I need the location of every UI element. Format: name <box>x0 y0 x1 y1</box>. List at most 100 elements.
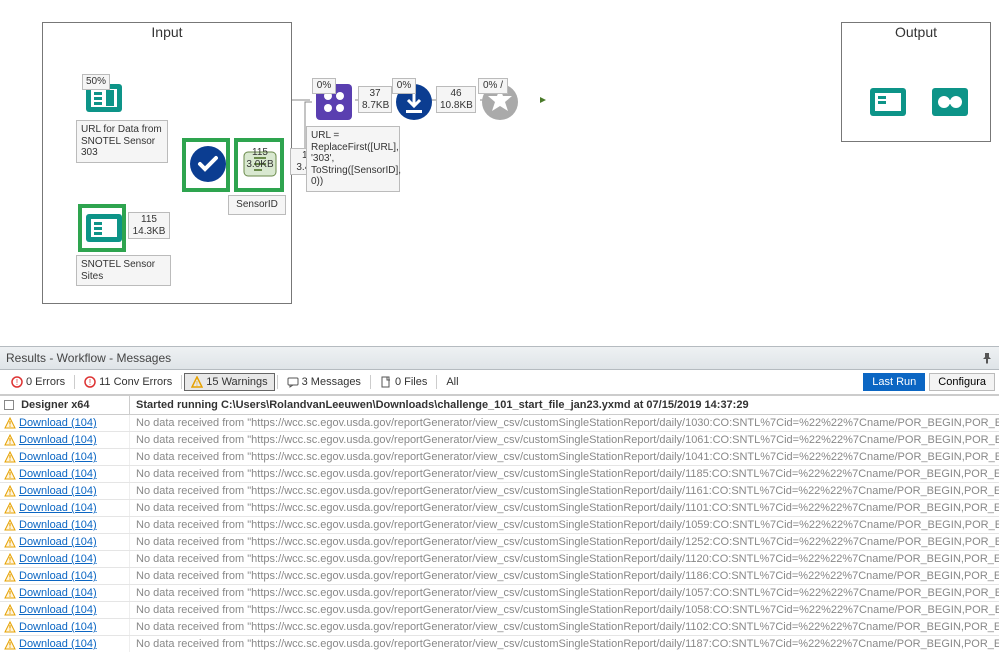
results-title: Results - Workflow - Messages <box>6 351 171 365</box>
message-text: No data received from "https://wcc.sc.eg… <box>130 432 999 448</box>
table-row: Download (104) No data received from "ht… <box>0 466 999 483</box>
table-row: Download (104) No data received from "ht… <box>0 500 999 517</box>
tool-browse[interactable] <box>930 82 970 122</box>
workflow-canvas[interactable]: Input Output 50% URL for Data from SNOTE… <box>0 0 999 346</box>
last-run-button[interactable]: Last Run <box>863 373 925 391</box>
message-text: No data received from "https://wcc.sc.eg… <box>130 517 999 533</box>
badge-50: 50% <box>82 74 110 90</box>
message-text: No data received from "https://wcc.sc.eg… <box>130 602 999 618</box>
label-snotel-sites: SNOTEL Sensor Sites <box>76 255 171 286</box>
warning-icon <box>4 485 16 497</box>
error-icon: ! <box>11 376 23 388</box>
results-panel-header[interactable]: Results - Workflow - Messages <box>0 346 999 370</box>
col-started: Started running C:\Users\RolandvanLeeuwe… <box>130 396 999 414</box>
download-link[interactable]: Download (104) <box>19 417 97 429</box>
conv-error-icon: ! <box>84 376 96 388</box>
warning-icon <box>4 451 16 463</box>
message-text: No data received from "https://wcc.sc.eg… <box>130 636 999 652</box>
filter-files[interactable]: 0 Files <box>373 373 434 391</box>
badge-dynamic: 0% / <box>478 78 508 94</box>
message-text: No data received from "https://wcc.sc.eg… <box>130 585 999 601</box>
pill-download: 378.7KB <box>358 86 392 113</box>
table-row: Download (104) No data received from "ht… <box>0 551 999 568</box>
warning-icon <box>4 502 16 514</box>
download-link[interactable]: Download (104) <box>19 587 97 599</box>
filter-warnings[interactable]: ! 15 Warnings <box>184 373 274 391</box>
warning-icon <box>4 604 16 616</box>
pill-sensorid-inner: 1153.0KB <box>240 146 280 171</box>
warning-icon <box>4 621 16 633</box>
pill-dynamic: 4610.8KB <box>436 86 476 113</box>
message-text: No data received from "https://wcc.sc.eg… <box>130 449 999 465</box>
warning-icon <box>4 468 16 480</box>
download-link[interactable]: Download (104) <box>19 621 97 633</box>
download-link[interactable]: Download (104) <box>19 502 97 514</box>
files-icon <box>380 376 392 388</box>
badge-download: 0% <box>392 78 416 94</box>
results-filter-bar: ! 0 Errors ! 11 Conv Errors ! 15 Warning… <box>0 370 999 395</box>
filter-messages[interactable]: 3 Messages <box>280 373 368 391</box>
svg-text:!: ! <box>196 381 198 388</box>
download-link[interactable]: Download (104) <box>19 451 97 463</box>
message-text: No data received from "https://wcc.sc.eg… <box>130 483 999 499</box>
message-text: No data received from "https://wcc.sc.eg… <box>130 500 999 516</box>
message-text: No data received from "https://wcc.sc.eg… <box>130 534 999 550</box>
table-row: Download (104) No data received from "ht… <box>0 483 999 500</box>
svg-text:!: ! <box>89 378 91 387</box>
warning-icon <box>4 570 16 582</box>
warning-icon <box>4 553 16 565</box>
results-messages-table: Designer x64 Started running C:\Users\Ro… <box>0 395 999 652</box>
download-link[interactable]: Download (104) <box>19 434 97 446</box>
message-text: No data received from "https://wcc.sc.eg… <box>130 568 999 584</box>
download-link[interactable]: Download (104) <box>19 604 97 616</box>
message-text: No data received from "https://wcc.sc.eg… <box>130 466 999 482</box>
label-sensorid: SensorID <box>228 195 286 215</box>
warning-icon <box>4 519 16 531</box>
warning-icon <box>4 638 16 650</box>
table-row: Download (104) No data received from "ht… <box>0 449 999 466</box>
filter-errors[interactable]: ! 0 Errors <box>4 373 72 391</box>
container-input-title: Input <box>43 22 291 42</box>
message-icon <box>287 376 299 388</box>
col-designer: Designer x64 <box>21 399 89 411</box>
warning-icon <box>4 434 16 446</box>
download-link[interactable]: Download (104) <box>19 570 97 582</box>
badge-formula: 0% <box>312 78 336 94</box>
tool-text-input-snotel[interactable] <box>84 208 124 248</box>
pill-snotel: 11514.3KB <box>128 212 170 239</box>
message-text: No data received from "https://wcc.sc.eg… <box>130 415 999 431</box>
label-url-data: URL for Data from SNOTEL Sensor 303 <box>76 120 168 163</box>
message-text: No data received from "https://wcc.sc.eg… <box>130 619 999 635</box>
table-header: Designer x64 Started running C:\Users\Ro… <box>0 396 999 415</box>
table-row: Download (104) No data received from "ht… <box>0 585 999 602</box>
container-output-title: Output <box>842 22 990 42</box>
table-row: Download (104) No data received from "ht… <box>0 415 999 432</box>
message-text: No data received from "https://wcc.sc.eg… <box>130 551 999 567</box>
table-row: Download (104) No data received from "ht… <box>0 568 999 585</box>
table-row: Download (104) No data received from "ht… <box>0 619 999 636</box>
download-link[interactable]: Download (104) <box>19 638 97 650</box>
tool-output-macro[interactable] <box>868 82 908 122</box>
warning-icon <box>4 536 16 548</box>
download-link[interactable]: Download (104) <box>19 536 97 548</box>
download-link[interactable]: Download (104) <box>19 553 97 565</box>
warning-icon <box>4 587 16 599</box>
warning-icon <box>4 417 16 429</box>
table-row: Download (104) No data received from "ht… <box>0 534 999 551</box>
download-link[interactable]: Download (104) <box>19 468 97 480</box>
filter-conv-errors[interactable]: ! 11 Conv Errors <box>77 373 179 391</box>
table-row: Download (104) No data received from "ht… <box>0 636 999 652</box>
table-row: Download (104) No data received from "ht… <box>0 517 999 534</box>
tool-select[interactable] <box>188 144 228 184</box>
checkbox-icon[interactable] <box>4 400 14 410</box>
svg-text:!: ! <box>16 378 18 387</box>
filter-all[interactable]: All <box>439 373 465 391</box>
download-link[interactable]: Download (104) <box>19 485 97 497</box>
table-row: Download (104) No data received from "ht… <box>0 602 999 619</box>
configuration-button[interactable]: Configura <box>929 373 995 391</box>
label-formula: URL = ReplaceFirst([URL], '303', ToStrin… <box>306 126 400 192</box>
download-link[interactable]: Download (104) <box>19 519 97 531</box>
table-row: Download (104) No data received from "ht… <box>0 432 999 449</box>
warning-icon: ! <box>191 376 203 388</box>
pin-icon[interactable] <box>981 352 993 364</box>
